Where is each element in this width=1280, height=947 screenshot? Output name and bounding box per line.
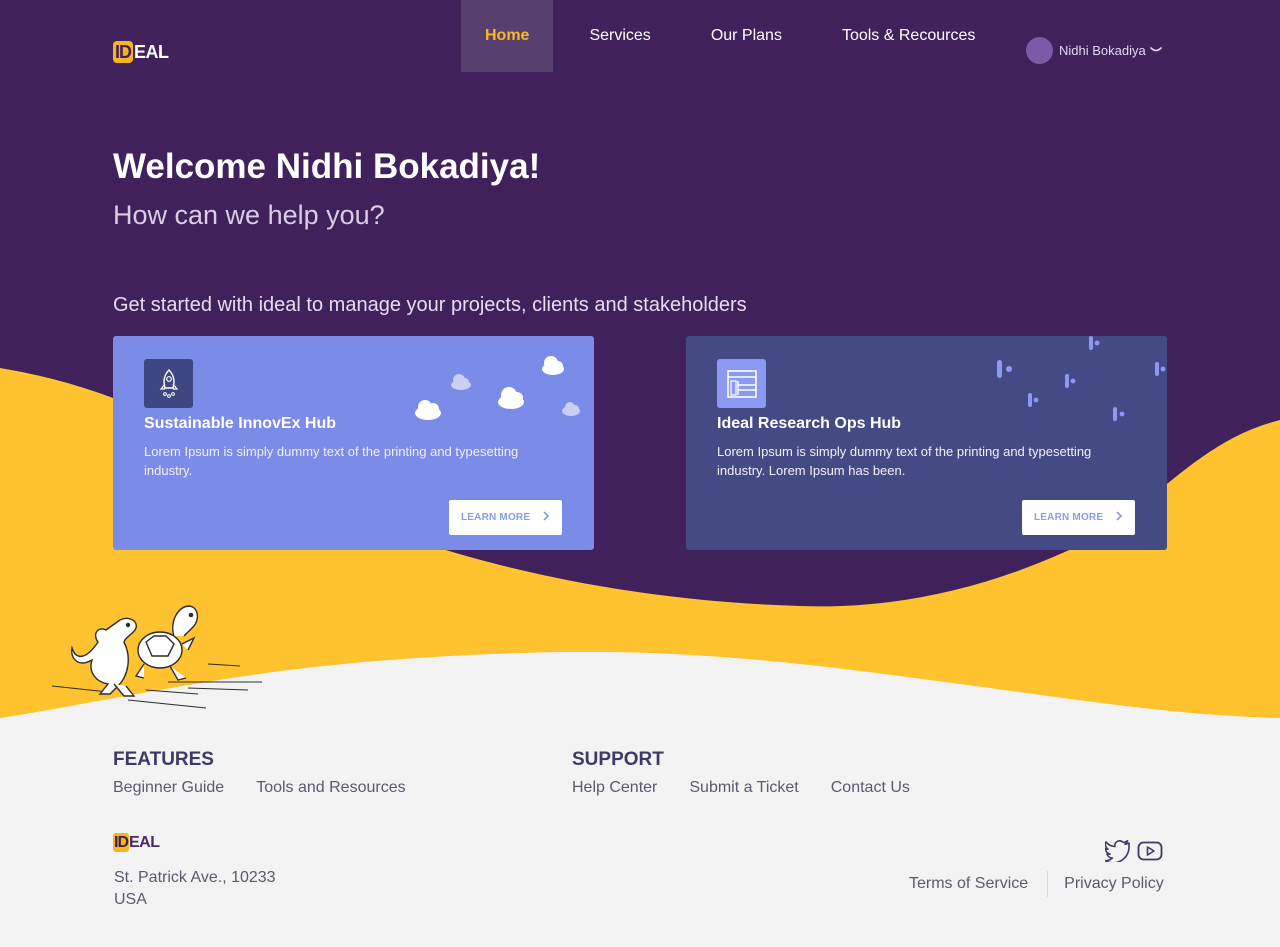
get-started-text: Get started with ideal to manage your pr… (113, 294, 747, 316)
address-line-2: USA (114, 891, 147, 908)
chevron-down-icon (1149, 43, 1162, 57)
user-menu[interactable]: Nidhi Bokadiya (1026, 36, 1162, 64)
link-submit-ticket[interactable]: Submit a Ticket (689, 779, 798, 797)
address: St. Patrick Ave., 10233 USA (114, 867, 276, 911)
address-line-1: St. Patrick Ave., 10233 (114, 869, 276, 886)
main-nav: Home Services Our Plans Tools & Recource… (461, 0, 999, 72)
link-tools-and-resources[interactable]: Tools and Resources (256, 779, 405, 797)
card-sustainable-innovex-hub: Sustainable InnovEx Hub Lorem Ipsum is s… (113, 336, 594, 550)
twitter-icon[interactable] (1105, 839, 1131, 863)
learn-more-button[interactable]: LEARN MORE (1022, 500, 1135, 535)
card-description: Lorem Ipsum is simply dummy text of the … (144, 444, 519, 478)
user-name: Nidhi Bokadiya (1059, 42, 1146, 58)
social-links (1105, 839, 1169, 863)
chevron-right-icon (1115, 510, 1123, 525)
logo-id-mark: ID (113, 833, 129, 852)
card-title: Sustainable InnovEx Hub (144, 415, 337, 432)
brand-logo[interactable]: ID EAL (113, 40, 169, 64)
footer-features: FEATURES Beginner Guide Tools and Resour… (113, 749, 438, 797)
welcome-heading: Welcome Nidhi Bokadiya! (113, 147, 541, 186)
footer-support: SUPPORT Help Center Submit a Ticket Cont… (572, 749, 942, 797)
nav-tools-resources[interactable]: Tools & Recources (818, 0, 999, 72)
learn-more-label: LEARN MORE (1034, 512, 1104, 523)
link-terms-of-service[interactable]: Terms of Service (909, 875, 1028, 893)
learn-more-button[interactable]: LEARN MORE (449, 500, 562, 535)
legal-links: Terms of Service Privacy Policy (909, 871, 1164, 897)
link-privacy-policy[interactable]: Privacy Policy (1064, 875, 1164, 893)
link-beginner-guide[interactable]: Beginner Guide (113, 779, 224, 797)
learn-more-label: LEARN MORE (461, 512, 531, 523)
link-contact-us[interactable]: Contact Us (831, 779, 910, 797)
card-description: Lorem Ipsum is simply dummy text of the … (717, 444, 1092, 478)
layout-icon (717, 359, 766, 408)
link-help-center[interactable]: Help Center (572, 779, 657, 797)
nav-home[interactable]: Home (461, 0, 554, 72)
kangaroo-turtle-illustration (51, 605, 262, 709)
legal-divider (1047, 871, 1049, 897)
support-heading: SUPPORT (572, 749, 664, 770)
logo-id-mark: ID (113, 41, 133, 63)
footer-logo[interactable]: ID EAL (113, 833, 160, 852)
youtube-icon[interactable] (1137, 839, 1163, 863)
chevron-right-icon (542, 510, 550, 525)
features-heading: FEATURES (113, 749, 214, 770)
avatar (1026, 36, 1053, 64)
card-ideal-research-ops-hub: Ideal Research Ops Hub Lorem Ipsum is si… (686, 336, 1167, 550)
nav-services[interactable]: Services (565, 0, 674, 72)
rocket-icon (144, 359, 193, 408)
nav-our-plans[interactable]: Our Plans (687, 0, 806, 72)
logo-text: EAL (129, 833, 160, 851)
card-title: Ideal Research Ops Hub (717, 415, 902, 432)
top-header: ID EAL Home Services Our Plans Tools & R… (0, 0, 1280, 100)
help-subheading: How can we help you? (113, 200, 385, 230)
logo-text: EAL (134, 41, 169, 62)
